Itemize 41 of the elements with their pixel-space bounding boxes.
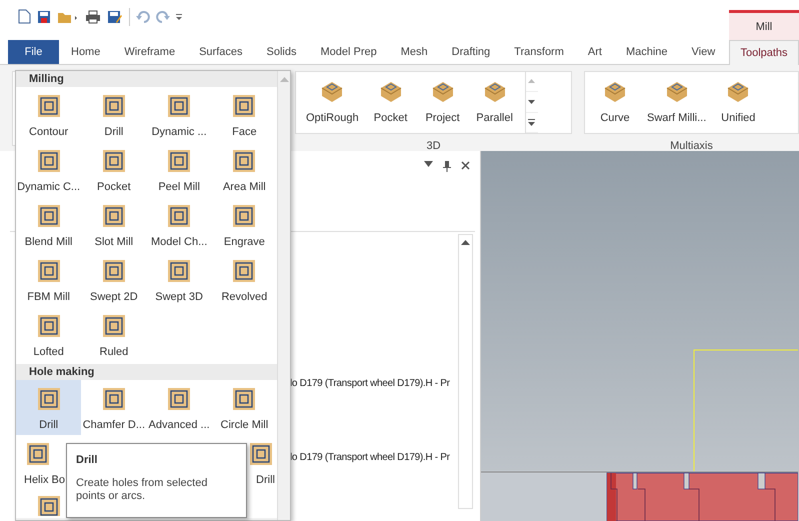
ribbon-button[interactable]: Parallel	[468, 72, 521, 133]
expand-icon[interactable]	[527, 118, 536, 126]
ribbon-tab[interactable]: Home	[59, 40, 112, 64]
ribbon-tab[interactable]: Toolpaths	[729, 40, 799, 65]
pin-icon[interactable]	[443, 161, 451, 172]
ribbon-button[interactable]: Swarf Milli...	[641, 72, 712, 133]
gallery-item[interactable]: Drill	[16, 380, 82, 435]
print-icon[interactable]	[85, 10, 101, 24]
section-header: Hole making	[16, 364, 277, 380]
ribbon-tab[interactable]: Art	[576, 40, 614, 64]
toolpath-icon	[247, 440, 275, 468]
ribbon-tab[interactable]: Wireframe	[112, 40, 188, 64]
gallery-scrollbar[interactable]	[277, 71, 290, 520]
ribbon-button[interactable]: Curve	[589, 72, 641, 133]
customize-icon[interactable]	[176, 12, 182, 20]
save-icon[interactable]	[37, 10, 51, 24]
toolpath-icon	[24, 440, 52, 468]
ribbon-tab[interactable]: Mesh	[388, 40, 440, 64]
section-header: Milling	[16, 71, 277, 87]
ribbon-button[interactable]: OptiRough	[300, 72, 365, 133]
scroll-down-icon[interactable]	[527, 98, 536, 106]
close-icon[interactable]	[461, 161, 470, 170]
ribbon-tab[interactable]: Drafting	[440, 40, 502, 64]
dropdown-icon[interactable]	[424, 161, 433, 167]
ribbon-tab[interactable]: Surfaces	[187, 40, 254, 64]
new-file-icon[interactable]	[18, 9, 31, 24]
group-label: 3D	[426, 139, 441, 154]
ribbon-tab[interactable]: Solids	[254, 40, 308, 64]
group-label: Multiaxis	[670, 139, 713, 154]
ribbon-tab[interactable]: Transform	[502, 40, 576, 64]
file-tab[interactable]: File	[8, 40, 59, 64]
ribbon-button[interactable]: Pocket	[364, 72, 417, 133]
scroll-up-icon[interactable]	[461, 240, 470, 245]
scrollbar[interactable]	[458, 234, 473, 509]
ribbon-tab[interactable]: Machine	[614, 40, 680, 64]
ribbon-button[interactable]: Project	[416, 72, 469, 133]
save-as-icon[interactable]	[107, 9, 123, 24]
mill-context-tab[interactable]: Mill	[729, 10, 799, 41]
ribbon-tab[interactable]: Model Prep	[308, 40, 389, 64]
ribbon-tab[interactable]: View	[680, 40, 728, 64]
ribbon-button[interactable]: Unified	[712, 72, 764, 133]
